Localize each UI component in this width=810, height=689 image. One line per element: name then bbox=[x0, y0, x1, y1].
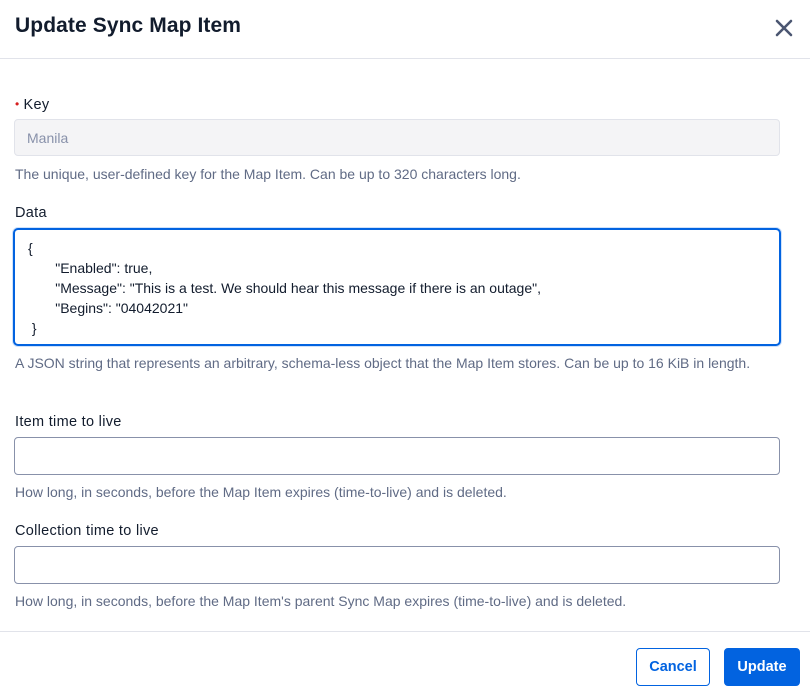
data-help-text: A JSON string that represents an arbitra… bbox=[15, 355, 751, 371]
collection-ttl-label: Collection time to live bbox=[15, 523, 159, 539]
modal-title: Update Sync Map Item bbox=[15, 14, 242, 37]
modal-header: Update Sync Map Item bbox=[0, 0, 810, 59]
key-input-value: Manila bbox=[27, 130, 69, 146]
cancel-button[interactable]: Cancel bbox=[636, 648, 710, 686]
update-button[interactable]: Update bbox=[724, 648, 800, 686]
key-input[interactable]: Manila bbox=[14, 119, 780, 156]
key-label-text: Key bbox=[23, 97, 50, 113]
update-sync-map-item-modal: Update Sync Map Item • Key Manila The uni… bbox=[0, 0, 810, 689]
collection-ttl-input[interactable] bbox=[14, 546, 780, 584]
data-textarea-value: { "Enabled": true, "Message": "This is a… bbox=[28, 240, 541, 336]
item-ttl-help-text: How long, in seconds, before the Map Ite… bbox=[15, 484, 507, 500]
required-indicator: • bbox=[15, 97, 20, 111]
key-help-text: The unique, user-defined key for the Map… bbox=[15, 166, 521, 182]
item-ttl-label: Item time to live bbox=[15, 414, 122, 430]
data-textarea[interactable]: { "Enabled": true, "Message": "This is a… bbox=[13, 228, 781, 346]
collection-ttl-help-text: How long, in seconds, before the Map Ite… bbox=[15, 593, 627, 609]
close-button[interactable] bbox=[772, 16, 796, 40]
key-label: • Key bbox=[15, 97, 49, 113]
close-icon bbox=[775, 19, 793, 37]
data-label: Data bbox=[15, 205, 47, 221]
item-ttl-input[interactable] bbox=[14, 437, 780, 475]
modal-footer: Cancel Update bbox=[0, 631, 810, 689]
